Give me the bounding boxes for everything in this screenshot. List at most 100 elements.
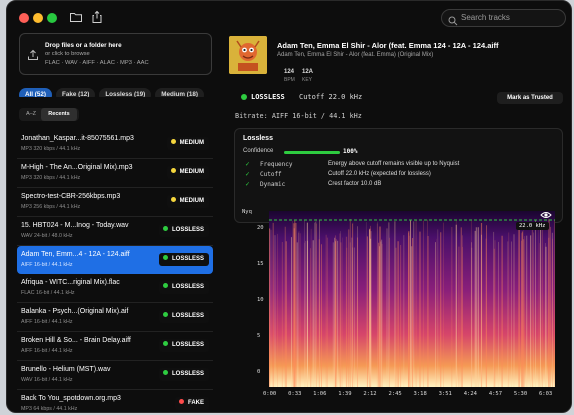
check-value-dynamic: Crest factor 10.0 dB <box>328 181 382 187</box>
track-format: MP3 64 kbps / 44.1 kHz <box>21 406 78 412</box>
check-icon: ✓ <box>245 172 251 178</box>
y-label: 15 <box>257 261 264 267</box>
track-format: WAV 16-bit / 44.1 kHz <box>21 377 73 383</box>
track-name: Broken Hill & So... - Brain Delay.aiff <box>21 337 131 344</box>
x-label: 1:39 <box>338 391 352 397</box>
status-badge: LOSSLESS <box>158 224 209 237</box>
track-list-pane: Drop files or a folder here or click to … <box>17 33 213 412</box>
x-label: 4:24 <box>463 391 477 397</box>
check-icon: ✓ <box>245 162 251 168</box>
search-input[interactable]: Search tracks <box>441 9 566 27</box>
cutoff-readout: Cutoff 22.0 kHz <box>299 93 363 101</box>
x-label: 0:00 <box>263 391 277 397</box>
track-format: AIFF 16-bit / 44.1 kHz <box>21 262 73 268</box>
status-label: FAKE <box>187 400 204 406</box>
check-label-frequency: Frequency <box>260 161 293 168</box>
minimize-window-button[interactable] <box>33 13 43 23</box>
track-name: Jonathan_Kaspar...it-85075561.mp3 <box>21 135 134 142</box>
status-label: LOSSLESS <box>171 256 204 262</box>
y-label: 0 <box>257 369 261 375</box>
status-dot <box>162 255 168 260</box>
confidence-bar-fill <box>284 151 340 154</box>
status-badge: LOSSLESS <box>158 339 209 352</box>
track-name: Adam Ten, Emm...4 - 12A - 124.aiff <box>21 251 130 258</box>
drop-zone-formats: FLAC · WAV · AIFF · ALAC · MP3 · AAC <box>45 60 149 66</box>
status-dot <box>162 370 168 375</box>
status-badge: MEDIUM <box>166 166 209 179</box>
track-name: M-High - The An...Original Mix).mp3 <box>21 164 133 171</box>
x-label: 2:45 <box>388 391 402 397</box>
status-badge: LOSSLESS <box>158 281 209 294</box>
status-dot <box>170 139 176 144</box>
status-badge: FAKE <box>174 397 209 410</box>
track-row[interactable]: Broken Hill & So... - Brain Delay.aiff AI… <box>17 332 213 361</box>
filter-lossless[interactable]: Lossless (19) <box>99 88 152 97</box>
track-format: MP3 256 kbps / 44.1 kHz <box>21 204 81 210</box>
check-label-cutoff: Cutoff <box>260 171 282 178</box>
track-name: 15. HBT024 - M...Inog - Today.wav <box>21 222 129 229</box>
confidence-value: 100% <box>343 148 358 155</box>
maximize-window-button[interactable] <box>47 13 57 23</box>
track-row[interactable]: Brunello - Helium (MST).wav WAV 16-bit / … <box>17 361 213 390</box>
track-name: Back To You_spotdown.org.mp3 <box>21 395 121 402</box>
track-row[interactable]: M-High - The An...Original Mix).mp3 MP3 3… <box>17 159 213 188</box>
x-label: 4:57 <box>488 391 503 397</box>
status-badge: LOSSLESS <box>158 310 209 323</box>
check-label-dynamic: Dynamic <box>260 181 286 188</box>
check-value-cutoff: Cutoff 22.0 kHz (expected for lossless) <box>328 171 431 177</box>
status-label: LOSSLESS <box>171 342 204 348</box>
status-dot <box>162 312 168 317</box>
bitrate-readout: Bitrate: AIFF 16-bit / 44.1 kHz <box>235 112 362 120</box>
filter-tabs: All (52) Fake (12) Lossless (19) Medium (18… <box>19 83 212 97</box>
status-dot <box>170 197 176 202</box>
share-export-icon[interactable] <box>90 10 106 26</box>
track-format: WAV 24-bit / 48.0 kHz <box>21 233 73 239</box>
y-label: 10 <box>257 297 264 303</box>
sort-az[interactable]: A–Z <box>21 108 41 121</box>
spectrogram[interactable] <box>269 211 555 387</box>
drop-zone[interactable]: Drop files or a folder here or click to … <box>19 33 212 75</box>
x-label: 3:51 <box>438 391 452 397</box>
status-label: MEDIUM <box>179 169 204 175</box>
close-window-button[interactable] <box>19 13 29 23</box>
open-folder-icon[interactable] <box>69 10 85 26</box>
track-row[interactable]: Afriqua - WITC...riginal Mix).flac FLAC 1… <box>17 274 213 303</box>
status-badge: MEDIUM <box>166 137 209 150</box>
track-row[interactable]: Back To You_spotdown.org.mp3 MP3 64 kbps … <box>17 390 213 412</box>
x-label: 6:03 <box>539 391 553 397</box>
upload-icon <box>27 48 39 60</box>
confidence-label: Confidence <box>243 148 274 154</box>
status-badge: MEDIUM <box>166 195 209 208</box>
track-format: AIFF 16-bit / 44.1 kHz <box>21 319 73 325</box>
x-label: 5:30 <box>513 391 528 397</box>
filter-all[interactable]: All (52) <box>19 88 52 97</box>
eye-icon[interactable] <box>540 207 552 218</box>
track-row[interactable]: Balanka - Psych...(Original Mix).aif AIFF… <box>17 303 213 332</box>
drop-zone-subtitle: or click to browse <box>45 51 90 57</box>
track-row[interactable]: Adam Ten, Emm...4 - 12A - 124.aiff AIFF 1… <box>17 246 213 274</box>
verdict-label: LOSSLESS <box>251 93 285 101</box>
track-name: Afriqua - WITC...riginal Mix).flac <box>21 279 120 286</box>
sort-toggle: A–Z Recents <box>19 108 79 121</box>
confidence-bar <box>284 151 340 154</box>
bpm-value: 124 <box>284 69 295 75</box>
track-row[interactable]: 15. HBT024 - M...Inog - Today.wav WAV 24-… <box>17 217 213 246</box>
track-format: MP3 320 kbps / 44.1 kHz <box>21 175 81 181</box>
analysis-title: Lossless <box>243 135 273 142</box>
status-dot <box>162 283 168 288</box>
track-row[interactable]: Spectro-test-CBR-256kbps.mp3 MP3 256 kbps… <box>17 188 213 217</box>
status-label: MEDIUM <box>179 140 204 146</box>
mark-as-trusted-button[interactable]: Mark as Trusted <box>497 92 563 104</box>
filter-medium[interactable]: Medium (18) <box>155 88 204 97</box>
sort-recents[interactable]: Recents <box>41 108 77 121</box>
status-label: LOSSLESS <box>171 284 204 290</box>
detail-pane: Adam Ten, Emma El Shir - Alor (feat. Emm… <box>222 31 571 412</box>
track-title: Adam Ten, Emma El Shir - Alor (feat. Emm… <box>277 41 499 50</box>
check-value-frequency: Energy above cutoff remains visible up t… <box>328 161 460 167</box>
track-format: AIFF 16-bit / 44.1 kHz <box>21 348 73 354</box>
album-art <box>229 36 267 74</box>
track-row[interactable]: Jonathan_Kaspar...it-85075561.mp3 MP3 320… <box>17 130 213 159</box>
filter-fake[interactable]: Fake (12) <box>56 88 96 97</box>
status-label: LOSSLESS <box>171 313 204 319</box>
status-dot <box>162 341 168 346</box>
